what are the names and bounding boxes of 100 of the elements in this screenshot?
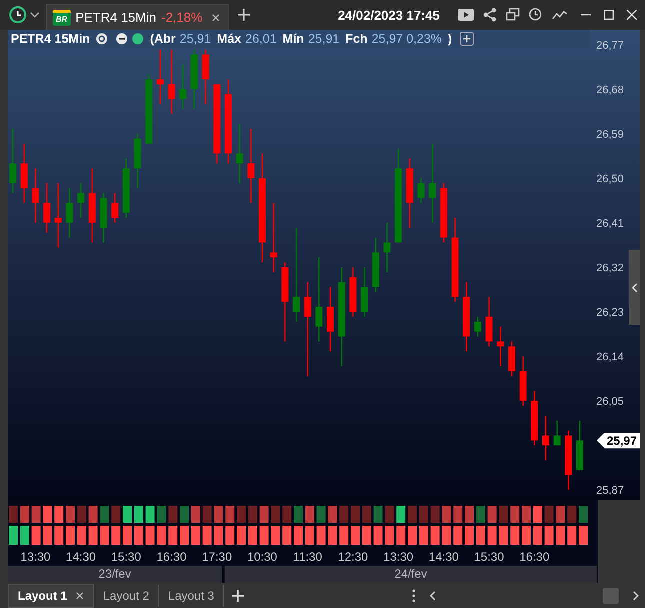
price-label: 26,59	[596, 128, 624, 141]
candlestick	[531, 391, 538, 446]
scroll-handle[interactable]	[629, 250, 640, 325]
play-icon[interactable]	[458, 9, 474, 21]
scroll-thumb[interactable]	[603, 588, 619, 604]
clock-icon[interactable]	[529, 8, 543, 22]
layout-tab[interactable]: Layout 1	[8, 584, 94, 608]
chevron-right-icon[interactable]	[633, 591, 639, 601]
tab-title: PETR4 15Min	[76, 10, 156, 25]
candlestick	[497, 326, 504, 366]
time-label: 12:30	[338, 550, 368, 564]
time-label: 14:30	[66, 550, 96, 564]
plus-icon[interactable]	[232, 590, 244, 602]
price-change: -2,18%	[161, 10, 203, 25]
candlestick	[384, 222, 391, 272]
quote-label: Mín	[282, 32, 304, 46]
time-label: 13:30	[384, 550, 414, 564]
windows-icon[interactable]	[506, 8, 520, 22]
minus-icon[interactable]	[116, 33, 128, 45]
candlestick	[474, 316, 482, 337]
candlestick	[520, 356, 527, 406]
candlestick	[202, 50, 210, 104]
candlestick	[350, 267, 357, 317]
symbol-title: PETR4 15Min	[11, 32, 90, 46]
candlestick	[146, 74, 153, 144]
maximize-icon[interactable]	[604, 10, 614, 20]
time-label: 14:30	[428, 550, 459, 564]
candlestick	[100, 193, 108, 243]
chart-tab[interactable]: BR PETR4 15Min -2,18%	[46, 4, 229, 30]
candlestick	[122, 158, 130, 218]
close-icon[interactable]	[627, 10, 637, 20]
quote-value: 25,91	[308, 32, 340, 46]
time-label: 15:30	[474, 550, 504, 564]
candlestick	[32, 168, 40, 223]
time-label: 17:30	[202, 550, 232, 564]
candlestick	[190, 50, 198, 110]
candlestick	[54, 183, 62, 248]
share-icon[interactable]	[483, 8, 497, 22]
candlestick	[270, 203, 278, 272]
time-label: 11:30	[293, 550, 322, 564]
candlestick	[180, 64, 187, 110]
candlestick	[134, 134, 142, 188]
candlestick	[156, 50, 164, 104]
quote-label: Fch	[346, 32, 368, 46]
candlestick	[576, 420, 584, 470]
price-label: 26,14	[596, 352, 624, 364]
candlestick	[20, 144, 28, 204]
status-dot-icon	[132, 33, 144, 45]
candlestick	[168, 50, 176, 114]
logo-icon: BR	[53, 10, 71, 26]
price-label: 26,41	[596, 218, 624, 230]
price-label: 26,50	[596, 173, 624, 186]
clock-icon[interactable]	[9, 6, 27, 24]
candlestick	[361, 267, 368, 317]
candlestick	[112, 193, 119, 223]
layout-tab[interactable]: Layout 2	[94, 585, 160, 607]
quote-value: 25,91	[180, 32, 212, 46]
date-label: 23/fev	[8, 566, 222, 583]
candlestick	[463, 282, 470, 352]
candlestick	[44, 183, 51, 233]
add-icon[interactable]	[460, 32, 474, 46]
candlestick	[508, 342, 516, 376]
candlestick	[486, 297, 493, 347]
quote-value: 26,01	[246, 32, 277, 46]
candlestick	[440, 183, 448, 243]
more-icon[interactable]	[412, 589, 416, 603]
candlestick	[554, 420, 561, 446]
last-price-tag: 25,97	[596, 432, 640, 449]
chevron-left-icon[interactable]	[430, 591, 436, 601]
close-icon[interactable]	[212, 14, 220, 22]
date-label: 24/fev	[225, 566, 597, 583]
price-label: 26,77	[596, 40, 624, 52]
date-time: 24/02/2023 17:45	[338, 8, 440, 22]
price-label: 25,87	[596, 485, 624, 498]
layout-tab[interactable]: Layout 3	[159, 585, 224, 607]
candlestick	[236, 124, 244, 184]
quote-label: (Abr	[150, 32, 176, 46]
price-label: 26,32	[596, 262, 624, 274]
quote-value: 25,97 0,23%	[372, 32, 442, 46]
time-label: 16:30	[520, 550, 550, 564]
price-label: 26,05	[596, 396, 624, 408]
candlestick	[372, 238, 380, 292]
caret-icon[interactable]	[30, 12, 40, 18]
candlestick	[78, 183, 85, 218]
chart-line-icon[interactable]	[552, 9, 568, 21]
time-label: 13:30	[20, 550, 51, 564]
candlestick	[406, 158, 414, 228]
candlestick	[66, 188, 74, 238]
candlestick	[542, 416, 550, 460]
close-icon[interactable]	[76, 592, 84, 600]
candlestick	[327, 287, 334, 352]
time-label: 16:30	[156, 550, 187, 564]
candlestick	[418, 178, 425, 204]
time-label: 10:30	[247, 550, 278, 564]
price-label: 26,68	[596, 84, 624, 96]
time-label: 15:30	[111, 550, 142, 564]
quote-end: )	[448, 32, 452, 46]
quote-label: Máx	[217, 32, 242, 46]
settings-icon[interactable]	[96, 33, 108, 45]
plus-icon[interactable]	[238, 9, 250, 21]
